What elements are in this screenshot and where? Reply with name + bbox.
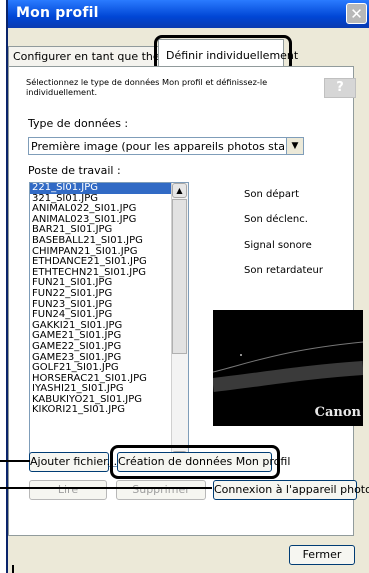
connect-camera-button[interactable]: Connexion à l'appareil photo	[213, 480, 369, 500]
callout-line-buttons	[0, 487, 212, 489]
chevron-down-icon[interactable]: ▼	[286, 138, 303, 154]
window-title: Mon profil	[16, 5, 99, 21]
preview-image: Canon	[213, 310, 363, 426]
close-button[interactable]: Fermer	[289, 545, 355, 565]
list-item[interactable]: 221_SI01.JPG	[30, 183, 188, 194]
list-item[interactable]: GAME22_SI01.JPG	[30, 341, 188, 353]
list-item[interactable]: FUN22_SI01.JPG	[30, 288, 188, 300]
callout-line-vertical	[12, 565, 14, 573]
help-button[interactable]: ?	[324, 78, 356, 98]
sound-shutter: Son déclenc.	[244, 214, 308, 225]
add-file-button[interactable]: Ajouter fichier...	[29, 452, 117, 472]
read-button[interactable]: Lire	[29, 480, 107, 500]
file-list-scrollbar[interactable]: ▲ ▼	[171, 183, 188, 466]
data-type-value: Première image (pour les appareils photo…	[31, 140, 304, 153]
sound-self-timer: Son retardateur	[244, 265, 324, 276]
description-text: Sélectionnez le type de données Mon prof…	[26, 77, 268, 97]
data-type-select[interactable]: Première image (pour les appareils photo…	[28, 137, 304, 155]
file-list[interactable]: 221_SI01.JPG 321_SI01.JPG ANIMAL022_SI01.J…	[29, 182, 189, 467]
close-icon[interactable]: ✕	[346, 3, 367, 24]
sound-start: Son départ	[244, 189, 299, 200]
scrollbar-thumb[interactable]	[172, 199, 187, 354]
list-item[interactable]: BASEBALL21_SI01.JPG	[30, 235, 188, 247]
data-type-label: Type de données :	[28, 117, 129, 130]
tab-configure-as-theme[interactable]: Configurer en tant que thème	[8, 46, 177, 66]
sound-beep: Signal sonore	[244, 240, 312, 251]
delete-button[interactable]: Supprimer	[116, 480, 206, 500]
callout-line-add-file	[0, 460, 30, 462]
list-item[interactable]: KIKORI21_SI01.JPG	[30, 405, 188, 416]
file-list-items: 221_SI01.JPG 321_SI01.JPG ANIMAL022_SI01.J…	[30, 183, 188, 416]
title-bar[interactable]: Mon profil ✕	[8, 0, 369, 28]
chevron-up-icon[interactable]: ▲	[172, 183, 187, 198]
highlight-frame-create	[110, 445, 280, 479]
canon-logo: Canon	[314, 405, 361, 420]
workstation-label: Poste de travail :	[28, 164, 121, 177]
